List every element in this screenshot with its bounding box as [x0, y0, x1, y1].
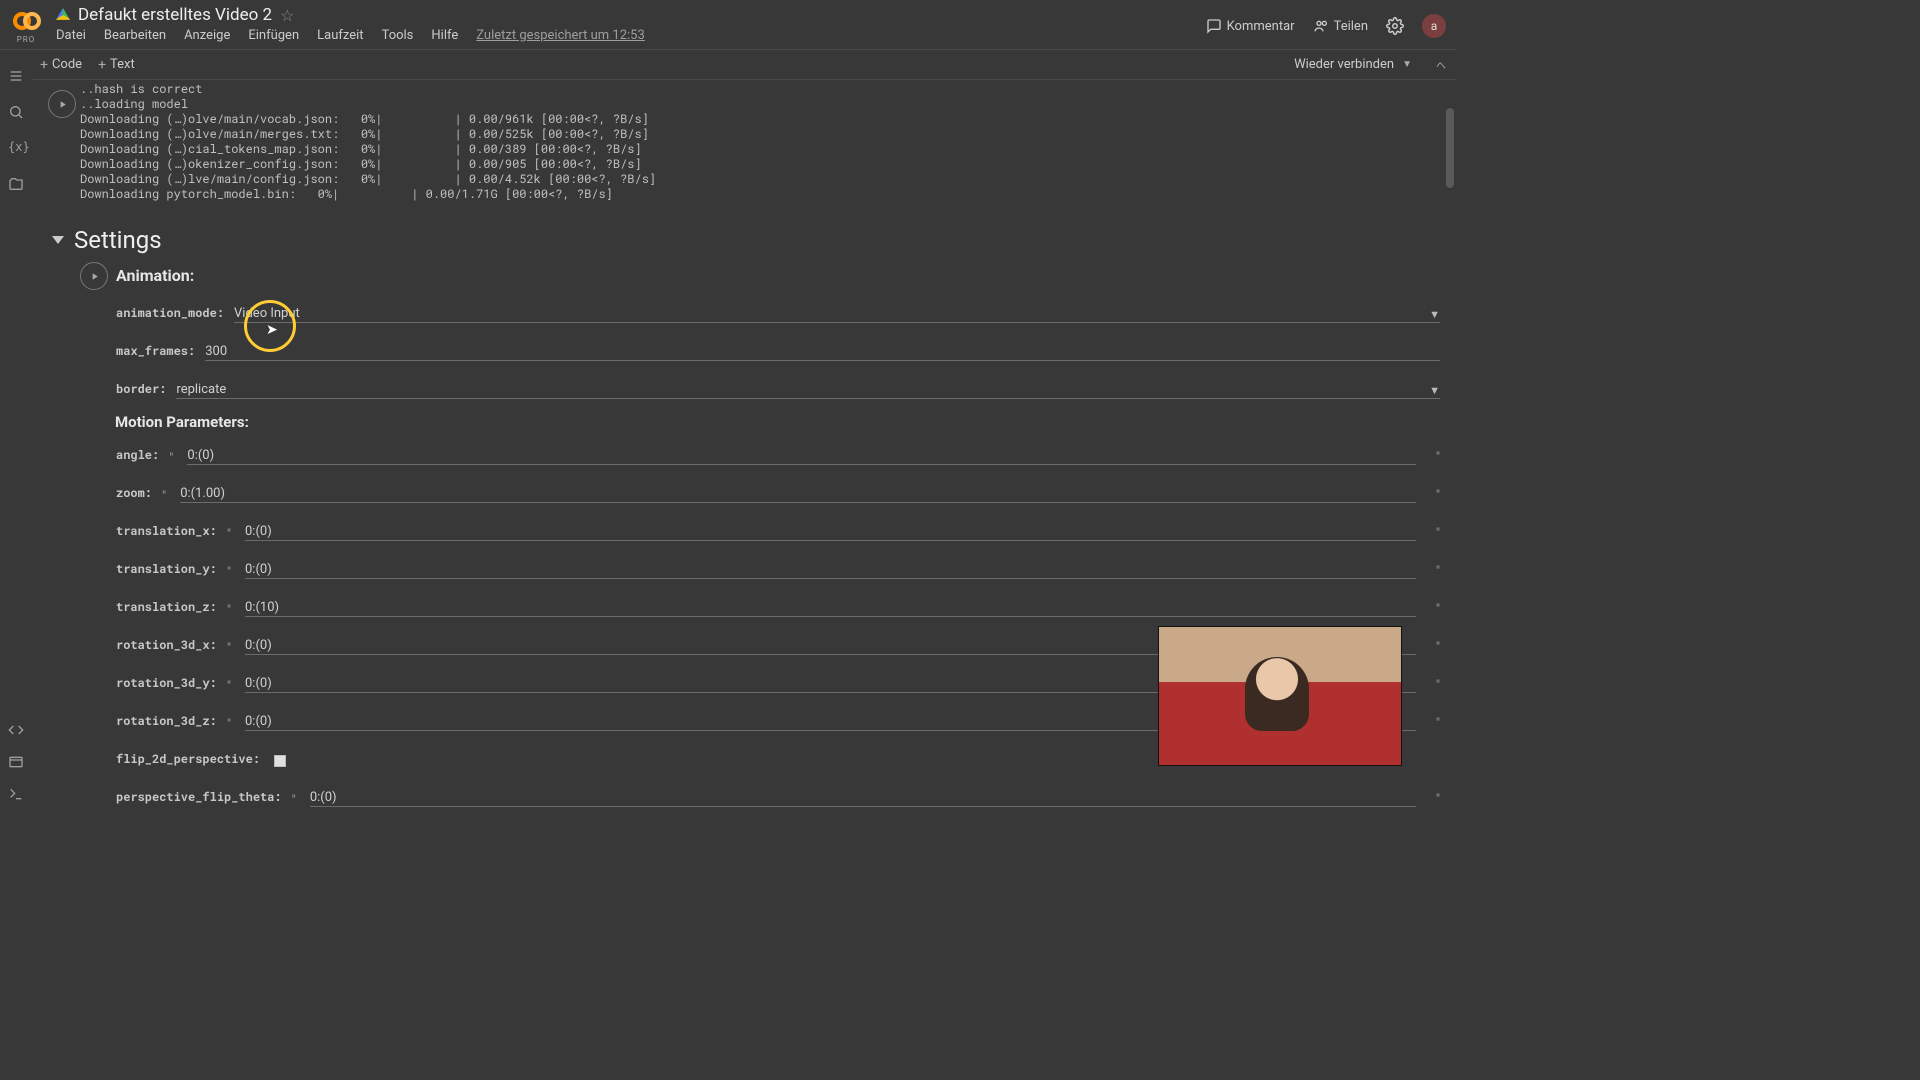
field-label: translation_x:	[116, 523, 217, 541]
menu-einfuegen[interactable]: Einfügen	[248, 28, 299, 43]
output-line: Downloading (…)cial_tokens_map.json: 0%|…	[80, 142, 1440, 157]
toc-icon[interactable]	[8, 68, 24, 84]
output-line: Downloading (…)lve/main/config.json: 0%|…	[80, 172, 1440, 187]
left-rail: {x}	[0, 50, 32, 816]
quote-mark: "	[1436, 564, 1440, 579]
translation-y-input[interactable]: 0:(0)	[245, 562, 1416, 579]
toolbar: +Code +Text Wieder verbinden ▼ ヘ	[0, 50, 1456, 80]
animation-mode-select[interactable]: Video Input ▼	[234, 306, 1440, 323]
border-select[interactable]: replicate ▼	[176, 382, 1440, 399]
chevron-down-icon: ▼	[1429, 384, 1440, 397]
section-title: Settings	[74, 226, 162, 254]
scrollbar-thumb[interactable]	[1446, 108, 1454, 188]
drive-icon	[56, 8, 70, 22]
animation-heading: Animation:	[116, 266, 1440, 285]
reconnect-menu-icon[interactable]: ▼	[1402, 59, 1412, 70]
translation-z-input[interactable]: 0:(10)	[245, 600, 1416, 617]
menu-bearbeiten[interactable]: Bearbeiten	[104, 28, 166, 43]
angle-input[interactable]: 0:(0)	[187, 448, 1415, 465]
gear-icon[interactable]	[1386, 17, 1404, 35]
motion-parameters-heading: Motion Parameters:	[115, 413, 1440, 431]
zoom-input[interactable]: 0:(1.00)	[180, 486, 1416, 503]
add-code-button[interactable]: +Code	[40, 57, 82, 73]
add-text-button[interactable]: +Text	[98, 57, 135, 73]
document-title[interactable]: Defaukt erstelltes Video 2	[78, 5, 272, 25]
pro-badge: PRO	[17, 35, 35, 44]
field-label: flip_2d_perspective:	[116, 751, 260, 769]
quote-mark: "	[292, 793, 296, 808]
quote-mark: "	[169, 451, 173, 466]
quote-mark: "	[1436, 488, 1440, 503]
output-line: ..hash is correct	[80, 82, 1440, 97]
max-frames-input[interactable]: 300	[205, 344, 1440, 361]
field-label: angle:	[116, 447, 159, 465]
collapse-toolbar-icon[interactable]: ヘ	[1436, 57, 1446, 72]
last-saved: Zuletzt gespeichert um 12:53	[476, 28, 645, 43]
output-line: Downloading pytorch_model.bin: 0%| | 0.0…	[80, 187, 1440, 202]
star-icon[interactable]: ☆	[280, 6, 294, 25]
search-icon[interactable]	[8, 104, 24, 120]
menu-tools[interactable]: Tools	[382, 28, 414, 43]
quote-mark: "	[227, 527, 231, 542]
quote-mark: "	[227, 641, 231, 656]
field-label: perspective_flip_theta:	[116, 789, 282, 807]
share-button[interactable]: Teilen	[1313, 18, 1368, 34]
field-label: rotation_3d_x:	[116, 637, 217, 655]
quote-mark: "	[1436, 716, 1440, 731]
perspective-flip-theta-input[interactable]: 0:(0)	[310, 790, 1416, 807]
run-cell-button[interactable]	[80, 262, 108, 290]
terminal-icon[interactable]	[8, 786, 24, 802]
menu-anzeige[interactable]: Anzeige	[184, 28, 230, 43]
collapse-section-icon[interactable]	[52, 236, 64, 244]
header: PRO Defaukt erstelltes Video 2 ☆ Datei B…	[0, 0, 1456, 50]
quote-mark: "	[1436, 450, 1440, 465]
run-cell-button[interactable]	[48, 90, 76, 118]
quote-mark: "	[1436, 640, 1440, 655]
output-line: Downloading (…)okenizer_config.json: 0%|…	[80, 157, 1440, 172]
code-snippets-icon[interactable]	[8, 722, 24, 738]
field-label: max_frames:	[116, 343, 195, 361]
output-cell: ..hash is correct ..loading model Downlo…	[32, 82, 1440, 202]
output-line: Downloading (…)olve/main/vocab.json: 0%|…	[80, 112, 1440, 127]
comment-button[interactable]: Kommentar	[1206, 18, 1295, 34]
flip-2d-perspective-checkbox[interactable]	[274, 755, 286, 767]
command-palette-icon[interactable]	[8, 754, 24, 770]
quote-mark: "	[162, 489, 166, 504]
quote-mark: "	[227, 679, 231, 694]
avatar[interactable]: a	[1422, 14, 1446, 38]
reconnect-button[interactable]: Wieder verbinden	[1294, 57, 1394, 72]
menu-datei[interactable]: Datei	[56, 28, 86, 43]
files-icon[interactable]	[8, 176, 24, 192]
field-label: rotation_3d_y:	[116, 675, 217, 693]
quote-mark: "	[227, 717, 231, 732]
menu-laufzeit[interactable]: Laufzeit	[317, 28, 363, 43]
field-label: translation_y:	[116, 561, 217, 579]
output-line: Downloading (…)olve/main/merges.txt: 0%|…	[80, 127, 1440, 142]
variables-icon[interactable]: {x}	[8, 140, 24, 156]
field-label: border:	[116, 381, 166, 399]
quote-mark: "	[1436, 526, 1440, 541]
colab-logo[interactable]: PRO	[8, 8, 44, 44]
field-label: zoom:	[116, 485, 152, 503]
output-line: ..loading model	[80, 97, 1440, 112]
field-label: translation_z:	[116, 599, 217, 617]
field-label: animation_mode:	[116, 305, 224, 323]
menu-bar: Datei Bearbeiten Anzeige Einfügen Laufze…	[56, 28, 1206, 43]
menu-hilfe[interactable]: Hilfe	[431, 28, 458, 43]
webcam-overlay	[1158, 626, 1402, 766]
quote-mark: "	[227, 565, 231, 580]
quote-mark: "	[1436, 602, 1440, 617]
settings-section-header: Settings	[52, 226, 1440, 254]
quote-mark: "	[227, 603, 231, 618]
field-label: rotation_3d_z:	[116, 713, 217, 731]
translation-x-input[interactable]: 0:(0)	[245, 524, 1416, 541]
chevron-down-icon: ▼	[1429, 308, 1440, 321]
quote-mark: "	[1436, 792, 1440, 807]
quote-mark: "	[1436, 678, 1440, 693]
